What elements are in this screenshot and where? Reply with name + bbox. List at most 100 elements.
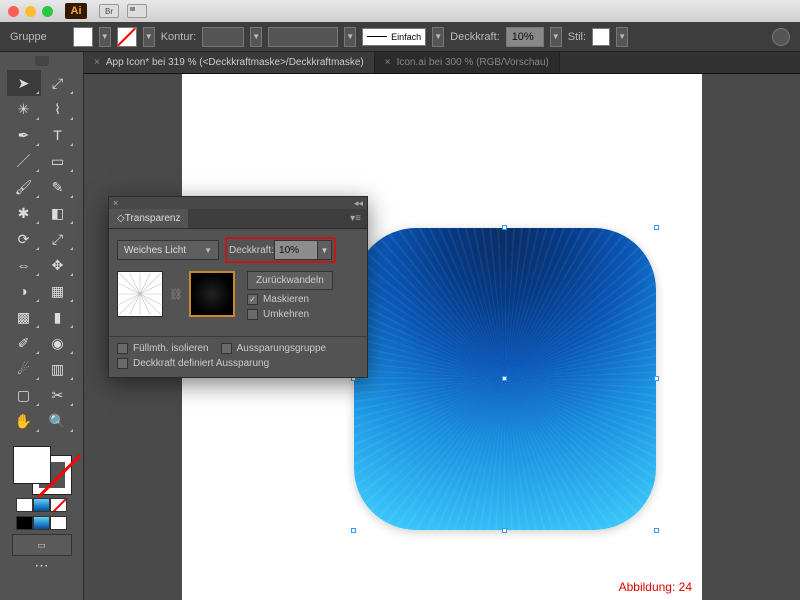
fill-dropdown[interactable]: ▼ (99, 27, 111, 47)
fill-indicator[interactable] (13, 446, 51, 484)
handle-ne[interactable] (654, 225, 659, 230)
mask-thumbnail[interactable] (189, 271, 235, 317)
tab-app-icon[interactable]: × App Icon* bei 319 % (<Deckkraftmaske>/D… (84, 52, 375, 73)
brush-label: Einfach (391, 32, 421, 42)
bridge-button[interactable]: Br (99, 4, 119, 18)
magic-wand-tool[interactable]: ✳ (7, 96, 41, 122)
panel-title: Transparenz (125, 213, 181, 224)
var-width-dropdown[interactable]: ▼ (344, 27, 356, 47)
zoom-tool[interactable]: 🔍 (41, 408, 75, 434)
mask-checkbox[interactable]: ✓Maskieren (247, 294, 333, 305)
tab-icon-ai[interactable]: ×Icon.ai bei 300 % (RGB/Vorschau) (375, 52, 560, 73)
free-transform-tool[interactable]: ✥ (41, 252, 75, 278)
tab-close-icon[interactable]: × (385, 57, 391, 68)
mask-link-icon[interactable]: ⛓ (169, 288, 183, 301)
handle-s[interactable] (502, 528, 507, 533)
blob-brush-tool[interactable]: ✱ (7, 200, 41, 226)
brush-definition[interactable]: Einfach (362, 28, 426, 46)
panel-opacity-label: Deckkraft: (229, 245, 274, 256)
scale-tool[interactable]: ⤢ (41, 226, 75, 252)
tools-panel: ➤ ⤢ ✳ ⌇ ✒ T ／ ▭ 🖌 ✎ ✱ ◧ ⟳ ⤢ ⇔ ✥ ◑ ▦ ▩ ▮ … (0, 52, 84, 600)
pencil-tool[interactable]: ✎ (41, 174, 75, 200)
eraser-tool[interactable]: ◧ (41, 200, 75, 226)
document-tabs: × App Icon* bei 319 % (<Deckkraftmaske>/D… (0, 52, 800, 74)
tools-overflow[interactable]: ⋯ (35, 557, 49, 574)
draw-behind[interactable] (33, 516, 50, 530)
color-mode-gradient[interactable] (33, 498, 50, 512)
handle-se[interactable] (654, 528, 659, 533)
mesh-tool[interactable]: ▩ (7, 304, 41, 330)
slice-tool[interactable]: ✂ (41, 382, 75, 408)
revert-mask-button[interactable]: Zurückwandeln (247, 271, 333, 290)
artwork-thumbnail[interactable] (117, 271, 163, 317)
draw-mode-row (16, 516, 67, 530)
opacity-dropdown[interactable]: ▼ (550, 27, 562, 47)
blend-mode-select[interactable]: Weiches Licht▼ (117, 240, 219, 260)
panel-close-icon[interactable]: × (113, 198, 118, 208)
pen-tool[interactable]: ✒ (7, 122, 41, 148)
invert-checkbox[interactable]: Umkehren (247, 309, 333, 320)
handle-e[interactable] (654, 376, 659, 381)
color-mode-none[interactable] (50, 498, 67, 512)
mask-checkbox-label: Maskieren (263, 294, 309, 305)
selection-tool[interactable]: ➤ (7, 70, 41, 96)
panel-opacity-input[interactable]: 10% (274, 240, 318, 260)
brush-dropdown[interactable]: ▼ (432, 27, 444, 47)
define-label: Deckkraft definiert Aussparung (133, 358, 269, 369)
zoom-window-button[interactable] (42, 6, 53, 17)
panel-opacity-dropdown[interactable]: ▼ (318, 240, 332, 260)
recolor-button[interactable] (772, 28, 790, 46)
graph-tool[interactable]: ▥ (41, 356, 75, 382)
lasso-tool[interactable]: ⌇ (41, 96, 75, 122)
var-width-profile[interactable] (268, 27, 338, 47)
rectangle-tool[interactable]: ▭ (41, 148, 75, 174)
gradient-tool[interactable]: ▮ (41, 304, 75, 330)
rotate-tool[interactable]: ⟳ (7, 226, 41, 252)
arrange-docs-button[interactable] (127, 4, 147, 18)
draw-inside[interactable] (50, 516, 67, 530)
app-icon-artwork[interactable] (354, 228, 656, 530)
panel-menu-icon[interactable]: ▾≡ (344, 213, 367, 224)
blend-tool[interactable]: ◉ (41, 330, 75, 356)
knockout-label: Aussparungsgruppe (237, 343, 327, 354)
tab-label: App Icon* bei 319 % (<Deckkraftmaske>/De… (106, 57, 364, 68)
style-dropdown[interactable]: ▼ (616, 27, 628, 47)
screen-mode-button[interactable]: ▭ (12, 534, 72, 556)
handle-n[interactable] (502, 225, 507, 230)
eyedropper-tool[interactable]: ✐ (7, 330, 41, 356)
color-mode-solid[interactable] (16, 498, 33, 512)
type-tool[interactable]: T (41, 122, 75, 148)
stroke-dropdown[interactable]: ▼ (143, 27, 155, 47)
direct-selection-tool[interactable]: ⤢ (41, 70, 75, 96)
stroke-swatch[interactable] (117, 27, 137, 47)
knockout-group-checkbox[interactable]: Aussparungsgruppe (221, 343, 327, 354)
symbol-sprayer-tool[interactable]: ☄ (7, 356, 41, 382)
tools-grip[interactable] (35, 56, 49, 66)
line-tool[interactable]: ／ (7, 148, 41, 174)
draw-normal[interactable] (16, 516, 33, 530)
panel-collapse-icon[interactable]: ◂◂ (354, 198, 363, 209)
tab-close-icon[interactable]: × (94, 57, 100, 68)
shape-builder-tool[interactable]: ◑ (7, 278, 41, 304)
paintbrush-tool[interactable]: 🖌 (7, 174, 41, 200)
artboard-tool[interactable]: ▢ (7, 382, 41, 408)
close-window-button[interactable] (8, 6, 19, 17)
hand-tool[interactable]: ✋ (7, 408, 41, 434)
stroke-weight-dropdown[interactable]: ▼ (250, 27, 262, 47)
stroke-weight-input[interactable] (202, 27, 244, 47)
control-bar: Gruppe ▼ ▼ Kontur: ▼ ▼ Einfach ▼ Deckkra… (0, 22, 800, 52)
handle-center[interactable] (502, 376, 507, 381)
opacity-defines-knockout-checkbox[interactable]: Deckkraft definiert Aussparung (117, 358, 269, 369)
minimize-window-button[interactable] (25, 6, 36, 17)
panel-tab-transparency[interactable]: ◇ Transparenz (109, 209, 188, 228)
opacity-input[interactable]: 10% (506, 27, 544, 47)
perspective-tool[interactable]: ▦ (41, 278, 75, 304)
graphic-style[interactable] (592, 28, 610, 46)
fill-stroke-indicator[interactable] (9, 442, 75, 494)
window-titlebar: Ai Br (0, 0, 800, 22)
isolate-blend-checkbox[interactable]: Füllmth. isolieren (117, 343, 209, 354)
fill-swatch[interactable] (73, 27, 93, 47)
handle-sw[interactable] (351, 528, 356, 533)
app-logo-icon: Ai (65, 3, 87, 19)
width-tool[interactable]: ⇔ (7, 252, 41, 278)
